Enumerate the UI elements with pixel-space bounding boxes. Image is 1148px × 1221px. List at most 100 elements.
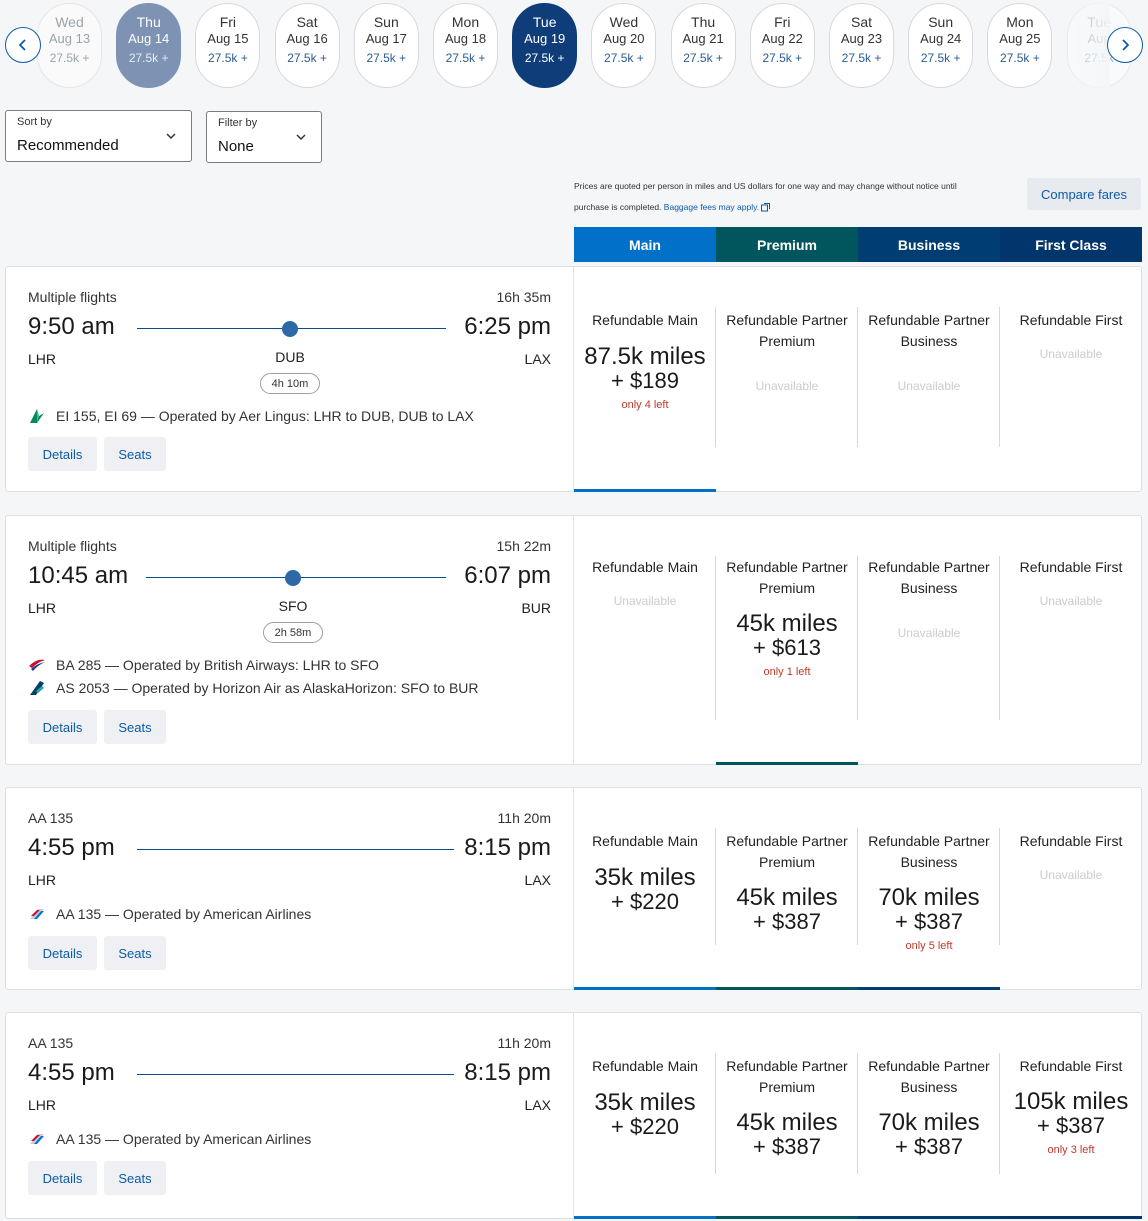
destination-airport: LAX [524,872,551,888]
fare-name: Refundable Main [592,312,698,328]
fare-unavailable: Unavailable [897,626,961,640]
fare-price: + $220 [611,1114,679,1139]
seats-button[interactable]: Seats [104,1161,166,1195]
flight-label: AA 135 [28,810,74,826]
date-option[interactable]: Mon Aug 25 27.5k + [987,3,1053,88]
fare-option[interactable]: Refundable First 105k miles + $387 only 3 l… [1000,1013,1142,1219]
fare-unavailable: Unavailable [897,379,961,393]
fare-option: Refundable Main Unavailable [574,516,716,764]
operator-line: AA 135 — Operated by American Airlines [28,1130,311,1148]
details-button[interactable]: Details [28,710,97,744]
date-option-price: 27.5k + [128,51,169,65]
date-option[interactable]: Wed Aug 20 27.5k + [591,3,657,88]
fare-miles: 45k miles [736,1109,838,1136]
fare-price: + $387 [753,909,821,934]
date-option[interactable]: Tue Aug 19 27.5k + [512,3,578,88]
destination-airport: BUR [521,600,551,616]
fare-price: + $189 [611,368,679,393]
date-option-date: Aug 20 [603,31,645,46]
date-option[interactable]: Fri Aug 15 27.5k + [195,3,261,88]
date-option-weekday: Tue [532,14,557,30]
date-option[interactable]: Fri Aug 22 27.5k + [749,3,815,88]
fare-name: Refundable First [1019,312,1123,328]
fare-option[interactable]: Refundable Partner Premium 45k miles + $38… [716,1013,858,1219]
details-button[interactable]: Details [28,1161,97,1195]
departure-time: 4:55 pm [28,834,115,861]
operator-text: AS 2053 — Operated by Horizon Air as Ala… [56,680,479,696]
flight-duration: 11h 20m [497,1035,551,1051]
route-line [137,1074,454,1075]
fare-options: Refundable Main 87.5k miles + $189 only 4 l… [574,267,1142,492]
date-option[interactable]: Thu Aug 14 27.5k + [116,3,182,88]
fare-miles: 105k miles [1013,1088,1129,1115]
seats-button[interactable]: Seats [104,936,166,970]
compare-fares-button[interactable]: Compare fares [1027,178,1141,210]
flight-duration: 11h 20m [497,810,551,826]
date-option-price: 27.5k + [445,51,486,65]
date-option[interactable]: Wed Aug 13 27.5k + [37,3,102,88]
fare-unavailable: Unavailable [1039,868,1103,882]
chevron-right-icon [1122,39,1130,51]
destination-airport: LAX [524,351,551,367]
fare-name: Refundable Main [592,1058,698,1074]
flight-info: AA 135 11h 20m 4:55 pm 8:15 pm LHR LAX AA 135 … [6,1013,574,1218]
date-option-price: 27.5k + [604,51,644,65]
fare-miles: 35k miles [594,1089,696,1116]
fare-name: Refundable Partner Business [868,312,990,349]
tab-first-class[interactable]: First Class [1000,227,1142,262]
fare-price: + $387 [1037,1113,1105,1138]
baggage-fees-link[interactable]: Baggage fees may apply. [664,202,759,212]
date-option-date: Aug 17 [365,31,407,46]
sort-by-value: Recommended [17,137,119,154]
flight-actions: Details Seats [6,1161,206,1195]
date-option[interactable]: Mon Aug 18 27.5k + [433,3,498,88]
date-option-price: 27.5k + [49,51,90,65]
date-option-weekday: Sat [850,14,872,30]
details-button[interactable]: Details [28,936,97,970]
date-option-weekday: Wed [55,14,84,30]
operator-line: AS 2053 — Operated by Horizon Air as Ala… [28,679,479,697]
date-option[interactable]: Sat Aug 23 27.5k + [829,3,894,88]
operator-text: BA 285 — Operated by British Airways: LH… [56,657,379,673]
fare-miles: 45k miles [736,884,838,911]
sort-by-dropdown[interactable]: Sort by Recommended [5,110,192,162]
date-option-price: 27.5k + [287,51,327,65]
fare-option[interactable]: Refundable Main 35k miles + $220 [574,1013,716,1219]
departure-time: 10:45 am [28,562,129,589]
fare-miles: 87.5k miles [584,343,706,370]
seats-button[interactable]: Seats [104,710,166,744]
date-option[interactable]: Sun Aug 24 27.5k + [908,3,974,88]
fare-miles: 45k miles [736,610,838,637]
seats-button[interactable]: Seats [104,437,166,471]
filter-by-dropdown[interactable]: Filter by None [206,111,322,163]
date-option-price: 27.5k + [208,51,248,65]
fare-name: Refundable Main [592,559,698,575]
date-option[interactable]: Sat Aug 16 27.5k + [274,3,340,88]
fare-unavailable: Unavailable [1039,347,1103,361]
operator-text: AA 135 — Operated by American Airlines [56,906,312,922]
fare-price: + $613 [753,635,821,660]
date-option[interactable]: Thu Aug 21 27.5k + [670,3,736,88]
date-option[interactable]: Sun Aug 17 27.5k + [353,3,419,88]
flight-label: AA 135 [28,1035,74,1051]
horizon-air-logo-icon [28,679,46,697]
tab-main[interactable]: Main [574,227,716,262]
next-dates-button[interactable] [1107,27,1143,63]
fare-option[interactable]: Refundable Partner Premium 45k miles + $61… [716,516,858,765]
tab-premium[interactable]: Premium [716,227,858,262]
date-option-price: 27.5k + [524,51,565,65]
fare-option[interactable]: Refundable Partner Business 70k miles + $3… [858,788,1000,990]
operator-line: AA 135 — Operated by American Airlines [28,905,311,923]
cabin-tabs: Main Premium Business First Class [574,227,1142,262]
fare-color-bar [716,1216,858,1219]
seats-left-note: only 3 left [1047,1144,1095,1156]
fare-option[interactable]: Refundable Main 35k miles + $220 [574,788,716,990]
tab-business[interactable]: Business [858,227,1000,262]
details-button[interactable]: Details [28,437,97,471]
fare-option[interactable]: Refundable Main 87.5k miles + $189 only 4 l… [574,267,716,492]
fare-name: Refundable Partner Premium [726,559,848,596]
fare-option[interactable]: Refundable Partner Business 70k miles + $3… [858,1013,1000,1219]
fare-option[interactable]: Refundable Partner Premium 45k miles + $38… [716,788,858,990]
prev-dates-button[interactable] [5,27,41,63]
date-strip: Wed Aug 13 27.5k + Thu Aug 14 27.5k + Fri Aug 1… [0,0,1148,90]
